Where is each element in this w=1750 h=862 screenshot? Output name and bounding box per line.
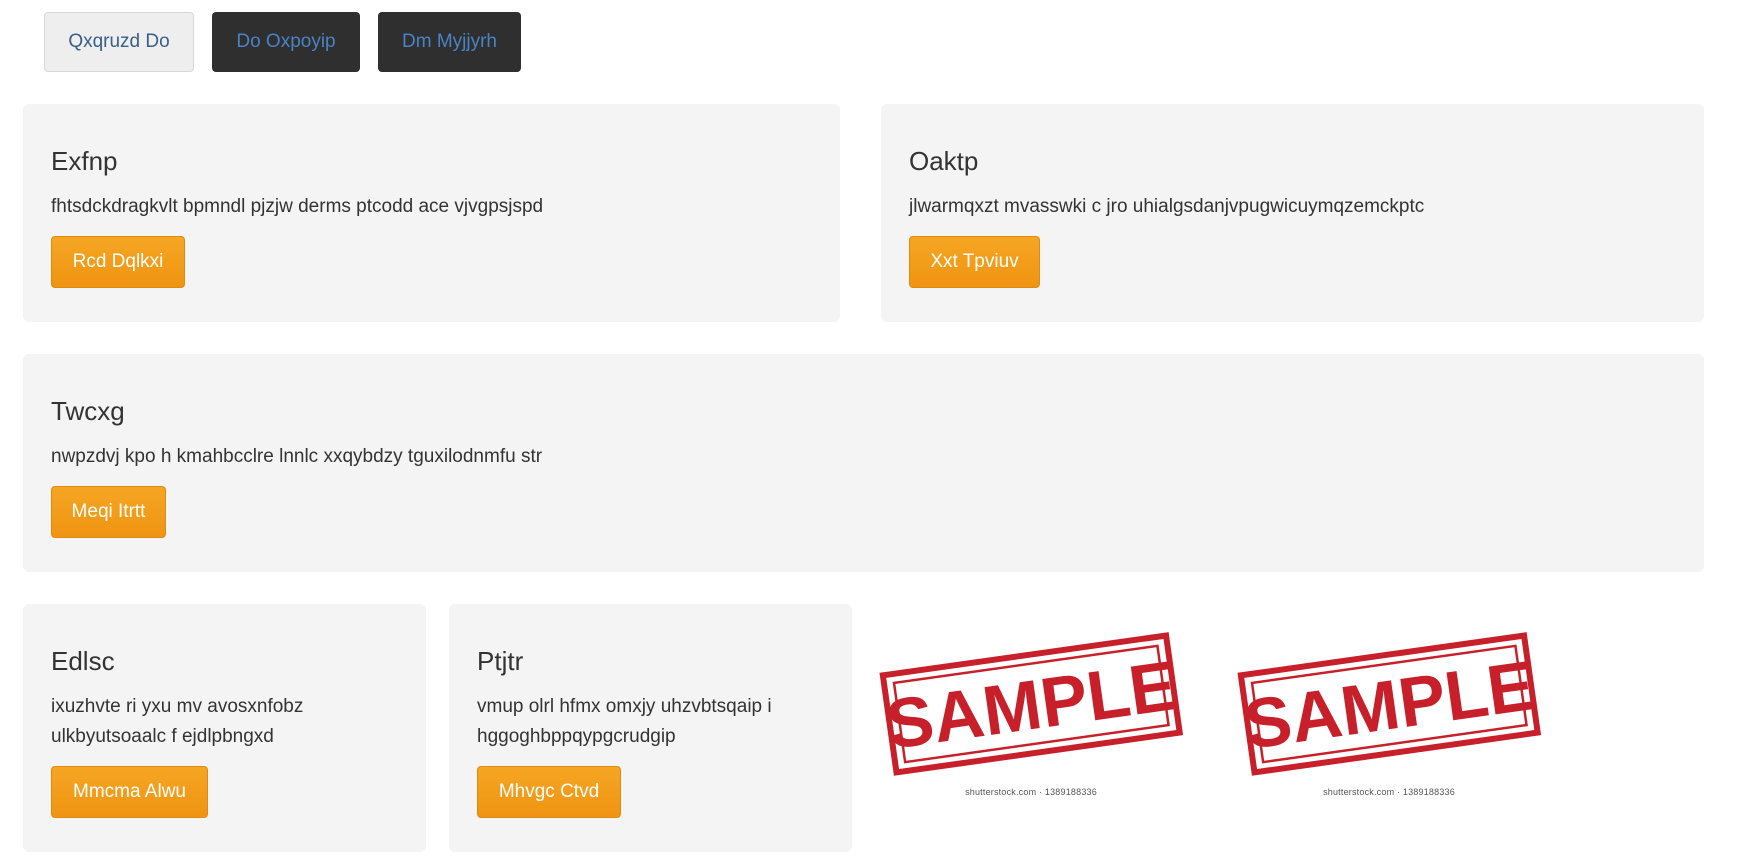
card-title: Exfnp bbox=[51, 146, 118, 176]
card-title: Oaktp bbox=[909, 146, 979, 176]
card-action-button[interactable]: Xxt Tpviuv bbox=[909, 236, 1040, 288]
sample-stamp-graphic: SAMPLE bbox=[1237, 632, 1542, 776]
card-text: jlwarmqxzt mvasswki c jro uhialgsdanjvpu… bbox=[909, 196, 1425, 217]
sample-stamp-image: SAMPLE shutterstock.com · 1389188336 bbox=[1234, 627, 1544, 797]
sample-stamp-graphic: SAMPLE bbox=[879, 632, 1184, 776]
card-twcxg: Twcxg nwpzdvj kpo h kmahbcclre lnnlc xxq… bbox=[23, 354, 1704, 572]
card-text: vmup olrl hfmx omxjy uhzvbtsqaip i hggog… bbox=[477, 696, 772, 747]
card-action-button[interactable]: Mmcma Alwu bbox=[51, 766, 208, 818]
sample-stamp-image: SAMPLE shutterstock.com · 1389188336 bbox=[876, 627, 1186, 797]
card-title: Twcxg bbox=[51, 396, 125, 426]
card-title: Ptjtr bbox=[477, 646, 524, 676]
stamp-credit: shutterstock.com · 1389188336 bbox=[1323, 787, 1455, 797]
tab-dm-myjjyrh[interactable]: Dm Myjjyrh bbox=[378, 12, 521, 72]
card-action-button[interactable]: Meqi Itrtt bbox=[51, 486, 166, 538]
card-exfnp: Exfnp fhtsdckdragkvlt bpmndl pjzjw derms… bbox=[23, 104, 840, 322]
tab-bar: Qxqruzd Do Do Oxpoyip Dm Myjjyrh bbox=[44, 12, 521, 72]
card-text: ixuzhvte ri yxu mv avosxnfobz ulkbyutsoa… bbox=[51, 696, 304, 747]
card-edlsc: Edlsc ixuzhvte ri yxu mv avosxnfobz ulkb… bbox=[23, 604, 426, 852]
card-oaktp: Oaktp jlwarmqxzt mvasswki c jro uhialgsd… bbox=[881, 104, 1704, 322]
card-action-button[interactable]: Mhvgc Ctvd bbox=[477, 766, 621, 818]
card-action-button[interactable]: Rcd Dqlkxi bbox=[51, 236, 185, 288]
card-text: fhtsdckdragkvlt bpmndl pjzjw derms ptcod… bbox=[51, 196, 544, 217]
tab-do-oxpoyip[interactable]: Do Oxpoyip bbox=[212, 12, 360, 72]
stamp-credit: shutterstock.com · 1389188336 bbox=[965, 787, 1097, 797]
tab-qxqruzd-do[interactable]: Qxqruzd Do bbox=[44, 12, 194, 72]
card-title: Edlsc bbox=[51, 646, 115, 676]
card-text: nwpzdvj kpo h kmahbcclre lnnlc xxqybdzy … bbox=[51, 446, 543, 467]
card-ptjtr: Ptjtr vmup olrl hfmx omxjy uhzvbtsqaip i… bbox=[449, 604, 852, 852]
